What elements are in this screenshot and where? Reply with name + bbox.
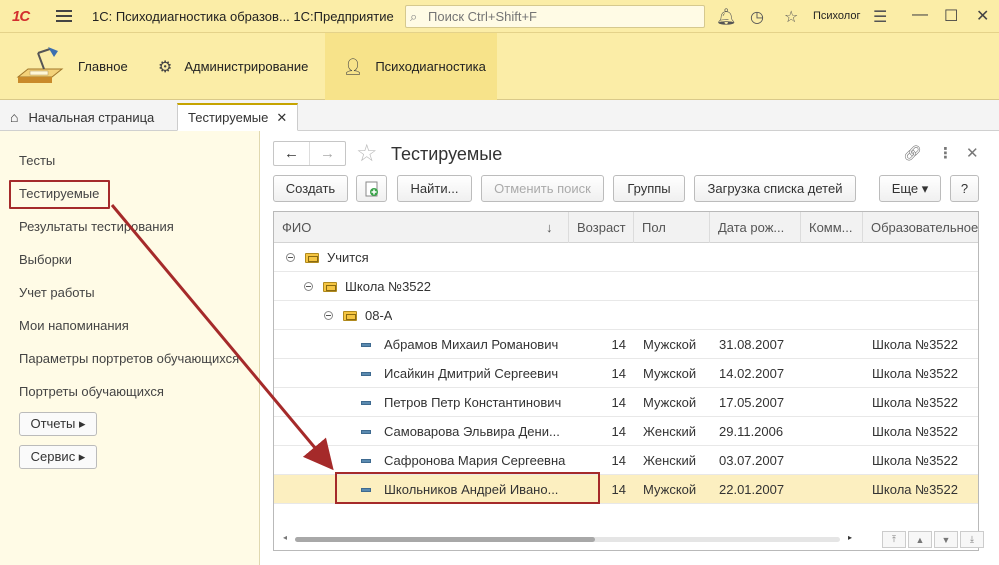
annotation-arrow [110,204,334,471]
